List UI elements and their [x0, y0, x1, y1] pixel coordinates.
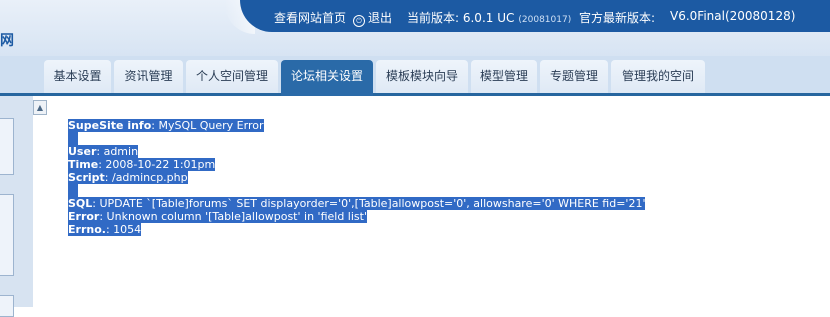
blank-line — [68, 184, 645, 197]
error-key: Error — [68, 210, 100, 223]
tab-basic-settings[interactable]: 基本设置 — [44, 60, 111, 93]
left-menu-block[interactable] — [0, 194, 14, 276]
sql-value: : UPDATE `[Table]forums` SET displayorde… — [92, 197, 646, 210]
error-time-line: Time: 2008-10-22 1:01pm — [68, 158, 645, 171]
tab-news-management[interactable]: 资讯管理 — [114, 60, 183, 93]
error-title-key: SupeSite info — [68, 119, 152, 132]
site-brand: 网 — [0, 33, 14, 49]
error-error-line: Error: Unknown column '[Table]allowpost'… — [68, 210, 645, 223]
left-menu-block[interactable] — [0, 118, 14, 175]
current-build: (20081017) — [518, 15, 572, 25]
tab-model-management[interactable]: 模型管理 — [471, 60, 537, 93]
left-menu-panel — [0, 96, 33, 317]
main-tab-bar: 基本设置 资讯管理 个人空间管理 论坛相关设置 模板模块向导 模型管理 专题管理… — [0, 56, 830, 96]
left-menu-block[interactable] — [0, 295, 14, 317]
exit-label: 退出 — [368, 11, 393, 25]
view-site-link[interactable]: 查看网站首页 — [274, 9, 346, 26]
error-title-line: SupeSite info: MySQL Query Error — [68, 119, 645, 132]
header: 网 查看网站首页 ⏻ 退出 当前版本: 6.0.1 UC (20081017) 官方… — [0, 0, 830, 56]
error-errno-line: Errno.: 1054 — [68, 223, 645, 236]
script-key: Script — [68, 171, 105, 184]
errno-key: Errno. — [68, 223, 106, 236]
blank-line — [68, 132, 645, 145]
time-value: : 2008-10-22 1:01pm — [98, 158, 216, 171]
power-icon: ⏻ — [353, 15, 365, 27]
tab-template-module-wizard[interactable]: 模板模块向导 — [376, 60, 468, 93]
tab-personal-space-management[interactable]: 个人空间管理 — [186, 60, 278, 93]
tab-forum-settings[interactable]: 论坛相关设置 — [281, 60, 373, 96]
errno-value: : 1054 — [105, 223, 142, 236]
user-key: User — [68, 145, 97, 158]
error-user-line: User: admin — [68, 145, 645, 158]
exit-link[interactable]: ⏻ 退出 — [353, 9, 393, 27]
script-value: : /admincp.php — [104, 171, 188, 184]
current-version-label: 当前版本: 6.0.1 UC — [407, 11, 515, 25]
error-message: SupeSite info: MySQL Query Error User: a… — [68, 119, 646, 236]
user-value: : admin — [96, 145, 139, 158]
scroll-up-arrow-icon[interactable]: ▲ — [33, 100, 47, 115]
error-script-line: Script: /admincp.php — [68, 171, 645, 184]
current-version: 当前版本: 6.0.1 UC (20081017) — [407, 9, 571, 26]
sql-key: SQL — [68, 197, 93, 210]
error-value: : Unknown column '[Table]allowpost' in '… — [99, 210, 367, 223]
error-title-value: : MySQL Query Error — [151, 119, 264, 132]
tab-manage-my-space[interactable]: 管理我的空间 — [611, 60, 705, 93]
tab-topic-management[interactable]: 专题管理 — [540, 60, 608, 93]
error-sql-line: SQL: UPDATE `[Table]forums` SET displayo… — [68, 197, 646, 210]
latest-version-label: 官方最新版本: — [579, 11, 656, 25]
time-key: Time — [68, 158, 99, 171]
latest-version-value: V6.0Final(20080128) — [670, 9, 796, 23]
